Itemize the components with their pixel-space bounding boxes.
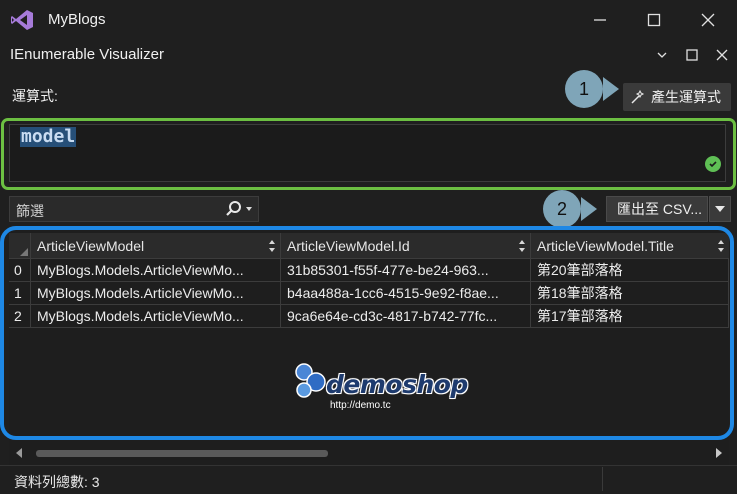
search-icon[interactable] — [224, 199, 244, 219]
callout-number-2: 2 — [543, 190, 581, 228]
scroll-right-icon[interactable] — [716, 448, 722, 458]
callout-arrow-icon — [581, 197, 597, 221]
chevron-down-icon — [715, 206, 725, 212]
export-options-button[interactable] — [709, 196, 731, 222]
status-bar — [0, 465, 737, 494]
status-divider — [602, 467, 603, 491]
expression-text[interactable]: model — [20, 127, 77, 147]
expression-label: 運算式: — [12, 88, 58, 104]
scroll-left-icon[interactable] — [16, 448, 22, 458]
visual-studio-logo-icon — [11, 10, 33, 30]
title-bar — [0, 0, 737, 40]
close-window-button[interactable] — [695, 8, 721, 32]
search-options-chevron-icon[interactable] — [246, 207, 252, 211]
maximize-icon — [647, 13, 661, 27]
chevron-down-icon — [657, 52, 667, 58]
maximize-button[interactable] — [641, 8, 667, 32]
filter-placeholder: 篩選 — [16, 203, 44, 219]
check-icon — [705, 156, 721, 172]
generate-expression-button[interactable]: 產生運算式 — [623, 83, 731, 111]
callout-2: 2 — [543, 190, 597, 228]
restore-button[interactable] — [681, 44, 703, 66]
generate-expression-label: 產生運算式 — [651, 89, 721, 105]
callout-number-1: 1 — [565, 70, 603, 108]
close-icon — [701, 13, 715, 27]
maximize-icon — [686, 49, 698, 61]
magic-wand-icon — [631, 89, 645, 104]
export-csv-button[interactable]: 匯出至 CSV... — [606, 196, 708, 222]
dropdown-button[interactable] — [651, 44, 673, 66]
expression-input[interactable] — [9, 124, 726, 182]
export-csv-label: 匯出至 CSV... — [617, 201, 703, 217]
callout-arrow-icon — [603, 77, 619, 101]
close-icon — [716, 49, 728, 61]
grid-highlight-frame — [0, 226, 734, 440]
minimize-icon — [594, 19, 606, 21]
callout-1: 1 — [565, 70, 619, 108]
row-count: 資料列總數: 3 — [14, 474, 100, 490]
visualizer-title: IEnumerable Visualizer — [10, 46, 164, 63]
minimize-button[interactable] — [587, 8, 613, 32]
filter-input[interactable] — [9, 196, 259, 222]
scrollbar-thumb[interactable] — [36, 450, 328, 457]
close-visualizer-button[interactable] — [711, 44, 733, 66]
window-title: MyBlogs — [48, 11, 106, 28]
